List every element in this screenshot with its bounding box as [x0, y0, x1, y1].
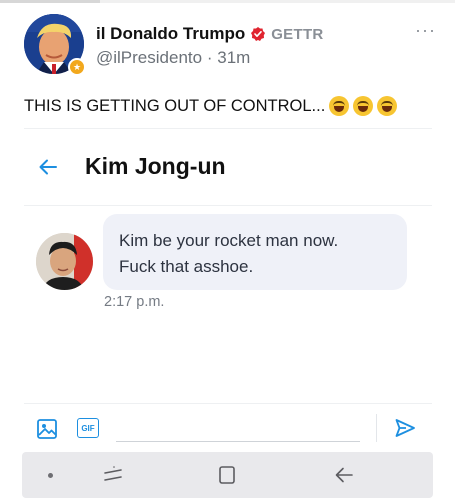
post-header: ★ il Donaldo Trumpo GETTR @ilPresidento …: [24, 14, 444, 76]
laughing-emoji-icon: [329, 96, 350, 116]
meta-separator: ·: [206, 48, 213, 67]
message-input[interactable]: [116, 416, 360, 442]
message-line: Kim be your rocket man now.: [119, 231, 339, 250]
author-handle[interactable]: @ilPresidento: [96, 48, 202, 67]
recents-icon[interactable]: [102, 465, 124, 485]
message-line: Fuck that asshoe.: [119, 257, 254, 276]
verified-badge-icon: [251, 27, 266, 41]
home-icon[interactable]: [218, 465, 236, 485]
nav-dot-icon[interactable]: [48, 473, 53, 478]
chat-title: Kim Jong-un: [85, 153, 226, 179]
author-handle-row: @ilPresidento · 31m: [96, 48, 250, 68]
author-display-name[interactable]: il Donaldo Trumpo: [96, 24, 245, 44]
contact-avatar-image: [36, 233, 93, 290]
post-time: 31m: [217, 48, 251, 67]
divider: [24, 128, 432, 129]
message-timestamp: 2:17 p.m.: [104, 294, 165, 310]
contact-avatar[interactable]: [36, 233, 93, 290]
post-text: THIS IS GETTING OUT OF CONTROL...: [24, 96, 326, 115]
more-options-icon[interactable]: ···: [415, 20, 436, 41]
top-edge-bar: [0, 0, 455, 3]
back-icon[interactable]: [334, 465, 354, 485]
message-bubble[interactable]: Kim be your rocket man now. Fuck that as…: [103, 214, 407, 290]
back-arrow-icon[interactable]: [38, 158, 58, 176]
image-icon[interactable]: [36, 418, 58, 440]
divider: [24, 403, 432, 404]
gold-badge-icon: ★: [68, 58, 86, 76]
gif-button[interactable]: GIF: [77, 418, 99, 438]
laughing-emoji-icon: [377, 96, 398, 116]
chat-header: Kim Jong-un: [24, 150, 432, 184]
post-body: THIS IS GETTING OUT OF CONTROL...: [24, 96, 398, 116]
laughing-emoji-icon: [353, 96, 374, 116]
platform-brand: GETTR: [271, 25, 324, 43]
author-name-row: il Donaldo Trumpo GETTR: [96, 24, 324, 44]
send-icon[interactable]: [394, 417, 416, 439]
composer-separator: [376, 414, 377, 442]
top-edge-indicator: [0, 0, 100, 3]
system-navigation-bar: [22, 452, 433, 498]
divider: [24, 205, 432, 206]
message-composer: GIF: [24, 410, 432, 450]
